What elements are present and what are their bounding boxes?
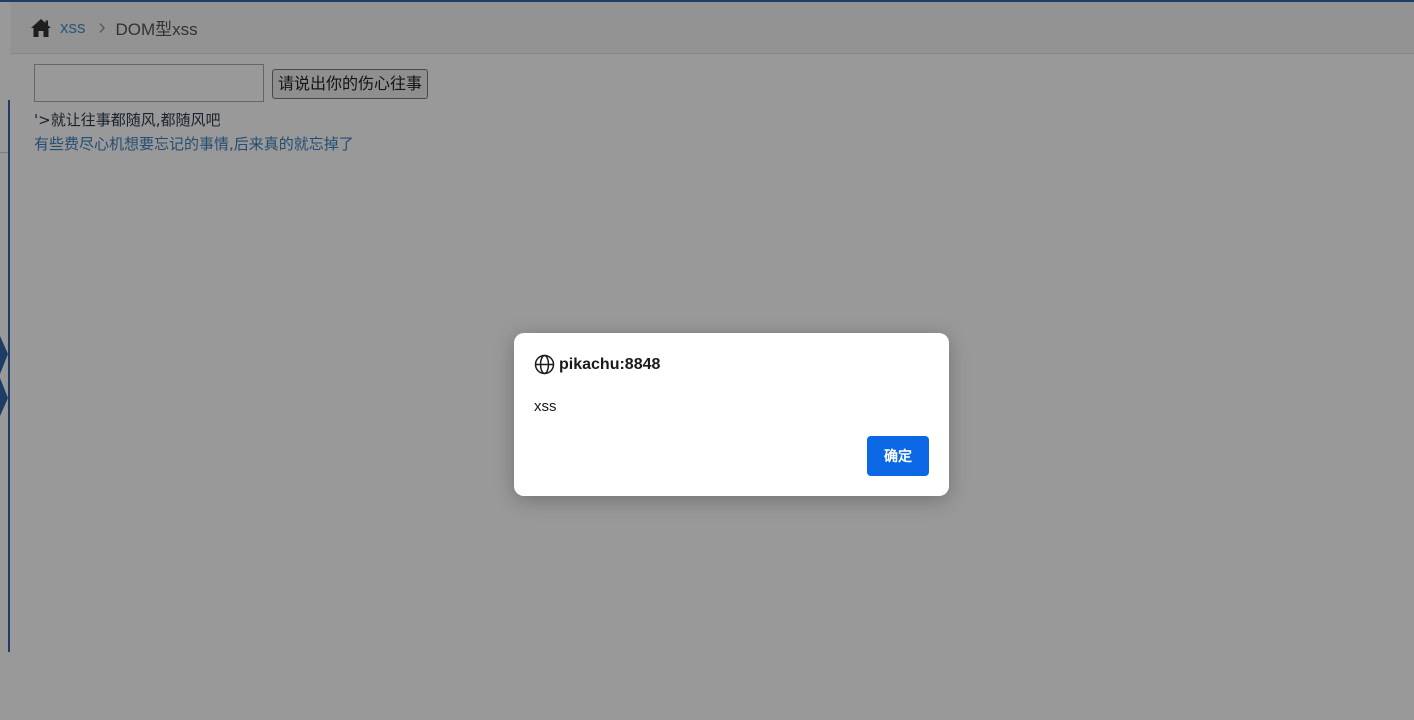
- alert-origin: pikachu:8848: [559, 355, 661, 373]
- ok-button[interactable]: 确定: [867, 436, 929, 476]
- globe-icon: [534, 354, 555, 375]
- alert-dialog: pikachu:8848 xss 确定: [514, 333, 949, 496]
- alert-message: xss: [534, 398, 557, 415]
- alert-header: pikachu:8848: [534, 354, 660, 375]
